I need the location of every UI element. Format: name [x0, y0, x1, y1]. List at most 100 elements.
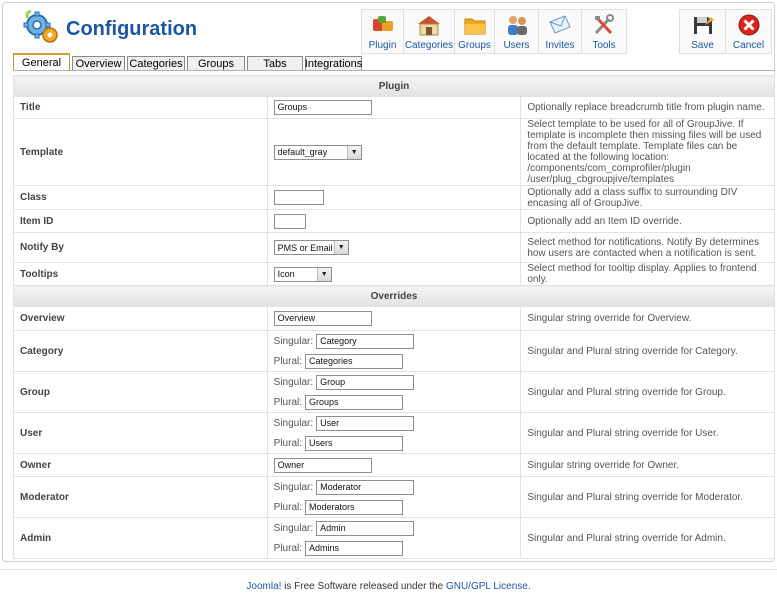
setting-label: Group [13, 371, 268, 413]
save-icon [693, 17, 714, 34]
page-title: Configuration [66, 18, 198, 40]
setting-row-notify-by: Notify By PMS or Email ▼ Select method f… [13, 232, 775, 263]
plugin-icon [372, 16, 393, 31]
tab-integrations[interactable]: Integrations [305, 56, 362, 70]
invites-icon [549, 15, 571, 34]
user-singular-input[interactable]: User [316, 415, 415, 431]
gpl-license-link[interactable]: GNU/GPL License [446, 581, 528, 592]
moderator-plural-input[interactable]: Moderators [305, 499, 404, 515]
setting-description: Select method for tooltip display. Appli… [520, 262, 775, 286]
setting-row-template: Template default_gray ▼ Select template … [13, 118, 775, 186]
singular-label: Singular: [273, 522, 314, 534]
setting-row-overview: Overview Overview Singular string overri… [13, 306, 775, 331]
moderator-singular-input[interactable]: Moderator [316, 479, 415, 495]
plural-label: Plural: [273, 542, 303, 554]
section-title: Plugin [13, 75, 775, 97]
class-input[interactable] [273, 190, 324, 205]
setting-label: User [13, 412, 268, 454]
template-select[interactable]: default_gray ▼ [273, 144, 362, 160]
setting-row-group: Group Singular: Group Plural: Groups Singu… [13, 371, 775, 413]
toolbar-users-button[interactable]: Users [494, 9, 539, 54]
plural-label: Plural: [273, 396, 303, 408]
chevron-down-icon: ▼ [333, 241, 348, 254]
config-panel: Configuration Plugin Categories Groups U… [2, 2, 775, 562]
setting-row-tooltips: Tooltips Icon ▼ Select method for toolti… [13, 262, 775, 286]
setting-label: Admin [13, 517, 268, 559]
toolbar-tools-button[interactable]: Tools [581, 9, 627, 54]
section-header-plugin: Plugin [13, 75, 775, 97]
tab-tabs[interactable]: Tabs [247, 56, 303, 70]
setting-description: Singular and Plural string override for … [520, 412, 775, 454]
toolbar-groups-button[interactable]: Groups [454, 9, 495, 54]
section-header-overrides: Overrides [13, 285, 775, 307]
configuration-gears-icon [23, 9, 58, 43]
setting-description: Singular and Plural string override for … [520, 371, 775, 413]
item-id-input[interactable] [273, 213, 306, 229]
toolbar-invites-button[interactable]: Invites [538, 9, 582, 54]
categories-icon [418, 16, 440, 36]
singular-label: Singular: [273, 481, 314, 493]
admin-plural-input[interactable]: Admins [305, 540, 404, 556]
setting-row-moderator: Moderator Singular: Moderator Plural: Mode… [13, 476, 775, 518]
tooltips-select[interactable]: Icon ▼ [273, 266, 332, 282]
setting-label: Notify By [13, 232, 268, 263]
toolbar-categories-button[interactable]: Categories [403, 9, 455, 54]
tab-categories[interactable]: Categories [127, 56, 185, 70]
group-singular-input[interactable]: Group [316, 374, 415, 390]
setting-description: Optionally replace breadcrumb title from… [520, 96, 775, 119]
setting-description: Singular and Plural string override for … [520, 476, 775, 518]
setting-description: Select method for notifications. Notify … [520, 232, 775, 263]
setting-description: Singular and Plural string override for … [520, 517, 775, 559]
section-title: Overrides [13, 285, 775, 307]
setting-description: Optionally add an Item ID override. [520, 209, 775, 233]
setting-row-category: Category Singular: Category Plural: Catego… [13, 330, 775, 372]
setting-row-user: User Singular: User Plural: Users Singular… [13, 412, 775, 454]
toolbar-nav: Plugin Categories Groups Users Invites T… [361, 9, 627, 54]
chevron-down-icon: ▼ [316, 267, 331, 281]
singular-label: Singular: [273, 417, 314, 429]
tab-overview[interactable]: Overview [72, 56, 125, 70]
users-icon [507, 16, 527, 35]
setting-row-admin: Admin Singular: Admin Plural: Admins Singu… [13, 517, 775, 559]
title-input[interactable]: Groups [273, 100, 372, 115]
setting-label: Moderator [13, 476, 268, 518]
tab-divider [13, 70, 775, 71]
singular-label: Singular: [273, 376, 314, 388]
setting-row-title: Title Groups Optionally replace breadcru… [13, 96, 775, 119]
tab-general[interactable]: General [13, 53, 70, 70]
plural-label: Plural: [273, 437, 303, 449]
setting-description: Select template to be used for all of Gr… [520, 118, 775, 186]
tab-groups[interactable]: Groups [187, 56, 245, 70]
setting-row-class: Class Optionally add a class suffix to s… [13, 185, 775, 210]
toolbar-actions: Save Cancel [679, 9, 772, 54]
settings-table: Plugin Title Groups Optionally replace b… [13, 75, 775, 559]
setting-label: Title [13, 96, 268, 119]
setting-label: Tooltips [13, 262, 268, 286]
save-button[interactable]: Save [679, 9, 726, 54]
footer-text: is Free Software released under the [281, 581, 446, 592]
singular-label: Singular: [273, 335, 314, 347]
category-plural-input[interactable]: Categories [305, 353, 404, 369]
owner-input[interactable]: Owner [273, 457, 372, 473]
overview-input[interactable]: Overview [273, 311, 372, 326]
setting-description: Singular string override for Owner. [520, 453, 775, 477]
toolbar-plugin-button[interactable]: Plugin [361, 9, 404, 54]
group-plural-input[interactable]: Groups [305, 394, 404, 410]
setting-description: Singular and Plural string override for … [520, 330, 775, 372]
cancel-icon [738, 14, 759, 36]
cancel-button[interactable]: Cancel [725, 9, 772, 54]
joomla-link[interactable]: Joomla! [246, 581, 281, 592]
chevron-down-icon: ▼ [346, 145, 361, 159]
category-singular-input[interactable]: Category [316, 333, 415, 349]
setting-label: Class [13, 185, 268, 210]
setting-label: Item ID [13, 209, 268, 233]
notify-by-select[interactable]: PMS or Email ▼ [273, 240, 349, 255]
header: Configuration Plugin Categories Groups U… [3, 3, 776, 58]
user-plural-input[interactable]: Users [305, 435, 404, 451]
footer-divider [0, 569, 777, 570]
setting-row-item-id: Item ID Optionally add an Item ID overri… [13, 209, 775, 233]
footer: Joomla! is Free Software released under … [0, 581, 777, 592]
setting-description: Singular string override for Overview. [520, 306, 775, 331]
tools-icon [594, 14, 614, 35]
admin-singular-input[interactable]: Admin [316, 520, 415, 536]
